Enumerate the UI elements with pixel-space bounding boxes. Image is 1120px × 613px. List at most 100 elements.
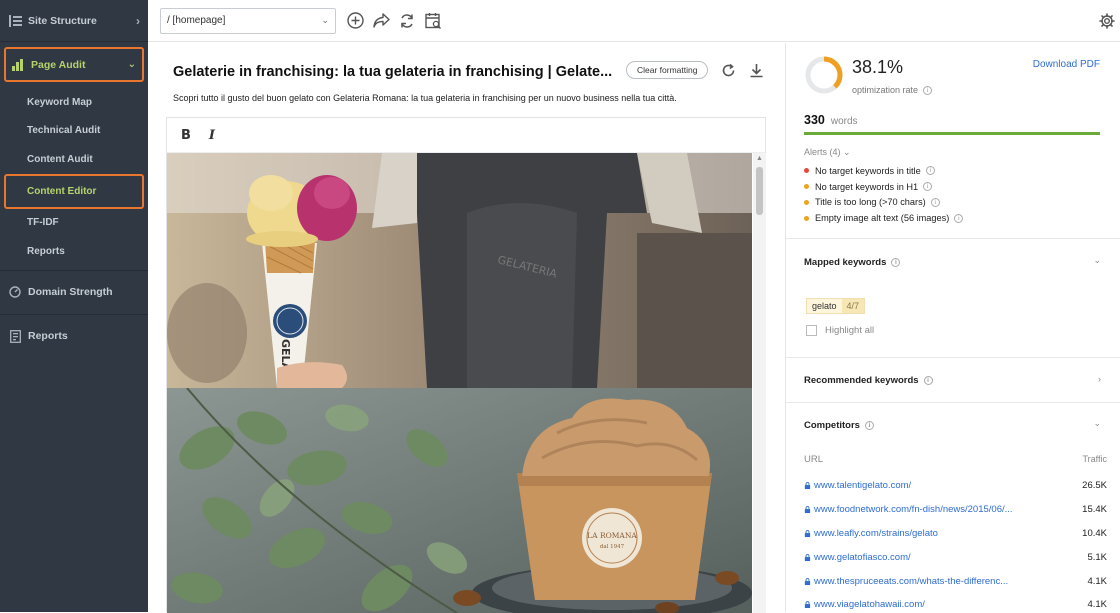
sidebar-item-reports[interactable]: Reports — [0, 313, 148, 358]
mapped-keywords-section: Mapped keywords i ⌄ gelato 4/7 Highlight … — [786, 238, 1120, 358]
competitor-row: www.thespruceeats.com/whats-the-differen… — [804, 569, 1107, 593]
info-icon[interactable]: i — [925, 166, 935, 176]
highlight-all-checkbox[interactable]: Highlight all — [806, 325, 874, 336]
share-icon[interactable] — [372, 12, 390, 30]
sidebar-item-label: Reports — [28, 330, 68, 342]
info-icon[interactable]: i — [923, 86, 933, 96]
bold-button[interactable]: B — [181, 128, 191, 143]
competitor-row: www.talentigelato.com/26.5K — [804, 474, 1107, 498]
competitor-url[interactable]: www.gelatofiasco.com/ — [814, 552, 911, 563]
content-editor: Gelaterie in franchising: la tua gelater… — [148, 43, 785, 613]
download-pdf-link[interactable]: Download PDF — [1033, 59, 1100, 70]
page-audit-submenu: Keyword Map Technical Audit Content Audi… — [0, 82, 148, 266]
competitor-row: www.gelatofiasco.com/5.1K — [804, 545, 1107, 569]
chevron-down-icon[interactable]: ⌄ — [1093, 255, 1101, 266]
alert-item: Title is too long (>70 chars) i — [804, 195, 963, 211]
keyword-count: 4/7 — [841, 299, 865, 313]
sidebar-item-site-structure[interactable]: Site Structure › — [0, 0, 148, 42]
sidebar-item-content-audit[interactable]: Content Audit — [0, 145, 148, 174]
refresh-icon[interactable] — [398, 12, 416, 30]
scroll-up-icon[interactable]: ▲ — [756, 155, 763, 162]
format-toolbar: B I — [167, 118, 765, 153]
competitor-url[interactable]: www.talentigelato.com/ — [814, 480, 911, 491]
alert-item: No target keywords in H1 i — [804, 179, 963, 195]
info-icon[interactable]: i — [930, 197, 940, 207]
sidebar-item-technical-audit[interactable]: Technical Audit — [0, 117, 148, 146]
sidebar-item-page-audit[interactable]: Page Audit ⌄ — [4, 47, 144, 82]
chevron-down-icon: ⌄ — [127, 59, 136, 70]
alert-dot-icon — [804, 199, 809, 205]
url-column-header: URL — [804, 454, 824, 465]
recommended-keywords-section[interactable]: Recommended keywords i › — [786, 357, 1120, 403]
word-count-bar — [804, 132, 1100, 135]
competitor-traffic: 15.4K — [1082, 504, 1107, 516]
italic-button[interactable]: I — [209, 128, 215, 143]
lock-icon — [804, 530, 811, 537]
page-title[interactable]: Gelaterie in franchising: la tua gelater… — [173, 64, 613, 80]
word-count: 330 words — [804, 113, 858, 127]
sidebar-item-domain-strength[interactable]: Domain Strength — [0, 269, 148, 314]
gauge-icon — [8, 285, 22, 299]
competitor-url[interactable]: www.leafly.com/strains/gelato — [814, 528, 938, 539]
checkbox[interactable] — [806, 325, 817, 336]
add-circle-icon[interactable] — [346, 12, 364, 30]
chevron-down-icon[interactable]: ⌄ — [1093, 418, 1101, 429]
competitors-header: URL Traffic — [804, 454, 1107, 465]
alert-item: No target keywords in title i — [804, 163, 963, 179]
competitor-row: www.viagelatohawaii.com/4.1K — [804, 593, 1107, 612]
recommended-keywords-title[interactable]: Recommended keywords i — [804, 375, 933, 386]
competitor-url[interactable]: www.viagelatohawaii.com/ — [814, 599, 925, 610]
competitor-url[interactable]: www.foodnetwork.com/fn-dish/news/2015/06… — [814, 504, 1013, 515]
alerts-header[interactable]: Alerts (4) ⌄ — [804, 147, 851, 158]
clear-formatting-button[interactable]: Clear formatting — [626, 61, 709, 79]
competitors-list: www.talentigelato.com/26.5K www.foodnetwo… — [804, 474, 1107, 612]
competitors-title[interactable]: Competitors i — [804, 420, 874, 431]
lock-icon — [804, 577, 811, 585]
competitors-section: Competitors i ⌄ URL Traffic www.talentige… — [786, 402, 1120, 612]
page-url-select[interactable]: / [homepage] ⌄ — [160, 7, 336, 34]
keyword-tag[interactable]: gelato 4/7 — [806, 298, 866, 314]
info-icon[interactable]: i — [864, 420, 874, 430]
lock-icon — [804, 506, 811, 514]
refresh-icon[interactable] — [719, 61, 737, 79]
competitor-traffic: 10.4K — [1082, 527, 1107, 539]
calendar-search-icon[interactable] — [424, 12, 442, 30]
editor-scrollbar[interactable]: ▲ — [753, 153, 766, 613]
sidebar-item-tf-idf[interactable]: TF-IDF — [0, 209, 148, 238]
competitor-traffic: 4.1K — [1087, 599, 1107, 611]
content-image-gelato-cup: LA ROMANA dal 1947 — [167, 388, 752, 613]
info-icon[interactable]: i — [923, 182, 933, 192]
competitor-row: www.foodnetwork.com/fn-dish/news/2015/06… — [804, 498, 1107, 522]
top-toolbar: / [homepage] ⌄ — [148, 0, 1120, 42]
editor-body[interactable]: B I GELATERIA GELATO LA ROMANA dal 1947 … — [166, 117, 766, 613]
bar-chart-icon — [12, 58, 24, 71]
sidebar-item-label: Page Audit — [31, 58, 86, 71]
traffic-column-header: Traffic — [1082, 454, 1107, 464]
analysis-panel: 38.1% optimization rate i Download PDF 33… — [785, 43, 1120, 612]
page-url-value: / [homepage] — [167, 15, 226, 26]
sidebar-item-content-editor[interactable]: Content Editor — [4, 173, 144, 209]
sidebar-item-keyword-map[interactable]: Keyword Map — [0, 88, 148, 117]
gear-icon[interactable] — [1098, 12, 1116, 30]
sidebar-item-reports-sub[interactable]: Reports — [0, 237, 148, 266]
optimization-label: optimization rate i — [852, 85, 933, 96]
keyword-text: gelato — [812, 301, 837, 311]
lock-icon — [804, 482, 811, 490]
optimization-score: 38.1% — [852, 57, 904, 77]
chevron-right-icon: › — [136, 13, 140, 28]
mapped-keywords-title[interactable]: Mapped keywords i — [804, 257, 901, 268]
competitor-url[interactable]: www.thespruceeats.com/whats-the-differen… — [814, 576, 1008, 587]
meta-description[interactable]: Scopri tutto il gusto del buon gelato co… — [173, 93, 677, 103]
download-icon[interactable] — [747, 61, 765, 79]
info-icon[interactable]: i — [954, 213, 964, 223]
sidebar-item-label: Site Structure — [28, 14, 97, 27]
competitor-traffic: 4.1K — [1087, 575, 1107, 587]
highlight-all-label: Highlight all — [825, 325, 875, 336]
info-icon[interactable]: i — [891, 257, 901, 267]
scroll-thumb[interactable] — [756, 167, 763, 215]
list-icon — [8, 14, 22, 28]
sidebar: Site Structure › Page Audit ⌄ Keyword Ma… — [0, 0, 148, 612]
chevron-right-icon[interactable]: › — [1098, 374, 1101, 384]
chevron-down-icon: ⌄ — [321, 15, 329, 25]
info-icon[interactable]: i — [923, 375, 933, 385]
